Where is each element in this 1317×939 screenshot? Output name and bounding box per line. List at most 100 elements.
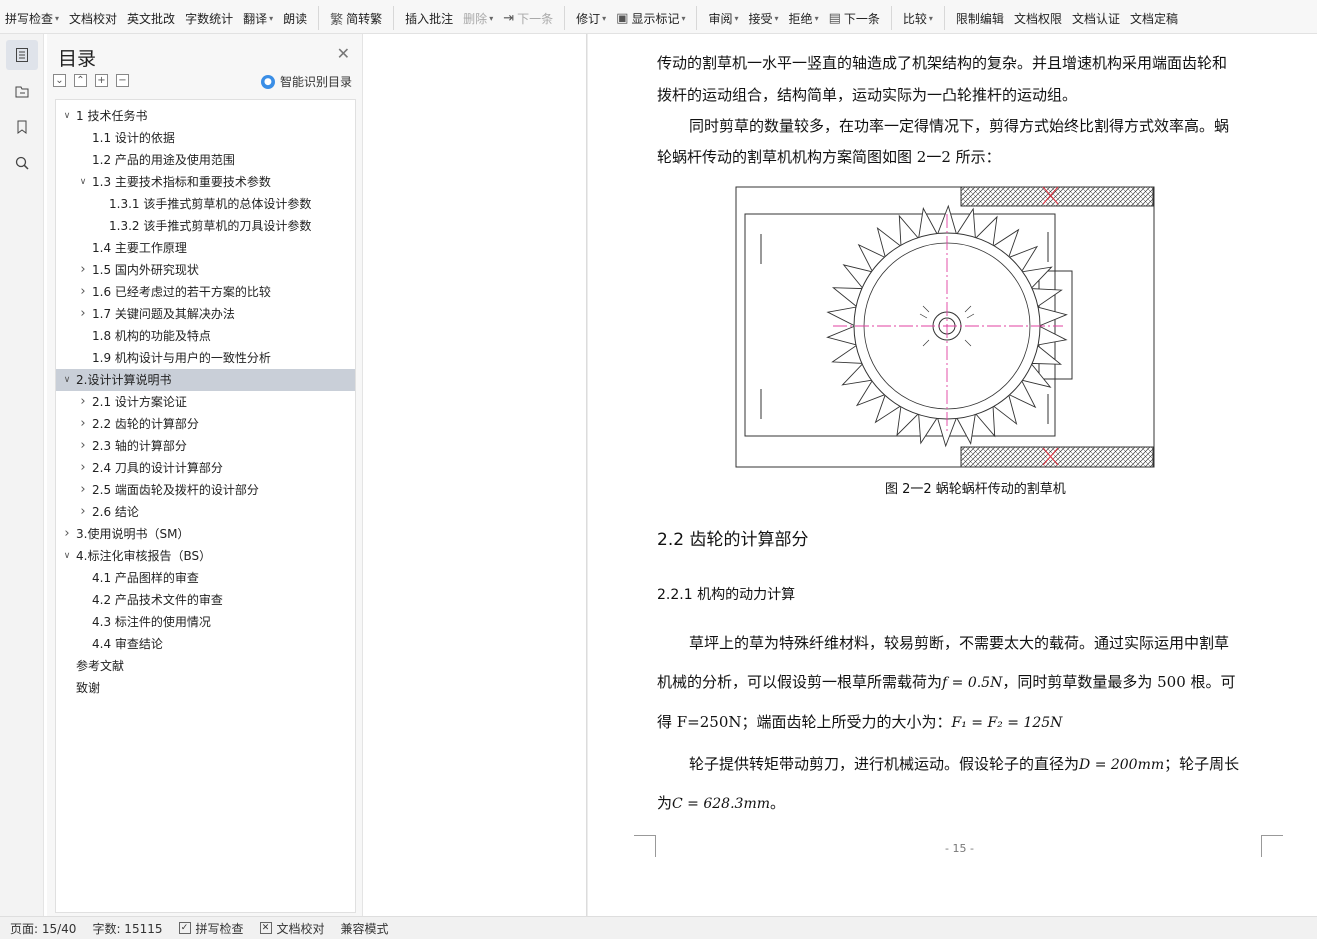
spell-check-toggle[interactable]: ✓ 拼写检查 bbox=[178, 920, 244, 937]
close-icon[interactable]: ✕ bbox=[337, 44, 350, 63]
toc-item[interactable]: ∨ 1.3 主要技术指标和重要技术参数 bbox=[56, 171, 355, 193]
toc-item[interactable]: 参考文献 bbox=[56, 655, 355, 677]
ribbon-button[interactable]: 文档认证 bbox=[1067, 3, 1125, 33]
search-button[interactable] bbox=[6, 148, 38, 178]
toc-item[interactable]: › 2.5 端面齿轮及拨杆的设计部分 bbox=[56, 479, 355, 501]
toc-item[interactable]: 致谢 bbox=[56, 677, 355, 699]
toc-item[interactable]: ∨ 2.设计计算说明书 bbox=[56, 369, 355, 391]
toc-item[interactable]: 1.2 产品的用途及使用范围 bbox=[56, 149, 355, 171]
ribbon-button[interactable]: 接受 ▾ bbox=[744, 3, 784, 33]
ribbon-button[interactable]: 文档校对 bbox=[64, 3, 122, 33]
toc-panel-button[interactable] bbox=[5, 40, 38, 70]
ribbon-button[interactable]: 删除 ▾ bbox=[458, 3, 498, 33]
ribbon-button[interactable]: 拒绝 ▾ bbox=[784, 3, 824, 33]
ribbon-button[interactable]: 文档定稿 bbox=[1125, 3, 1183, 33]
chevron-down-icon[interactable]: ∨ bbox=[61, 105, 73, 127]
ribbon-button[interactable]: 拼写检查 ▾ bbox=[0, 3, 64, 33]
toc-item[interactable]: › 1.5 国内外研究现状 bbox=[56, 259, 355, 281]
toc-item[interactable]: 1.3.2 该手推式剪草机的刀具设计参数 bbox=[56, 215, 355, 237]
toc-item[interactable]: 4.2 产品技术文件的审查 bbox=[56, 589, 355, 611]
ribbon-button[interactable]: ▣ 显示标记 ▾ bbox=[611, 3, 690, 33]
page-indicator[interactable]: 页面: 15/40 bbox=[10, 920, 76, 937]
collapse-all-icon[interactable]: ⌃ bbox=[74, 74, 87, 87]
ribbon-button-label: 英文批改 bbox=[127, 11, 176, 26]
ribbon-button[interactable]: 朗读 bbox=[278, 3, 312, 33]
ribbon-button[interactable]: 插入批注 bbox=[400, 3, 458, 33]
ribbon-button[interactable]: 字数统计 bbox=[180, 3, 238, 33]
toc-item[interactable]: 4.1 产品图样的审查 bbox=[56, 567, 355, 589]
smart-toc-button[interactable]: ● 智能识别目录 bbox=[260, 73, 352, 90]
chevron-right-icon[interactable]: › bbox=[77, 435, 89, 457]
toc-item[interactable]: › 3.使用说明书（SM） bbox=[56, 523, 355, 545]
toc-item[interactable]: 1.4 主要工作原理 bbox=[56, 237, 355, 259]
text-run: 机械的分析，可以假设剪一根草所需载荷为 bbox=[657, 673, 943, 691]
document-page[interactable]: 传动的割草机一水平一竖直的轴造成了机架结构的复杂。并且增速机构采用端面齿轮和 拨… bbox=[588, 34, 1317, 916]
toc-item-label: 参考文献 bbox=[76, 659, 125, 673]
ribbon-button-label: 文档认证 bbox=[1071, 11, 1120, 26]
toc-item-label: 4.3 标注件的使用情况 bbox=[92, 615, 211, 629]
ribbon-button[interactable]: 繁简转繁 bbox=[325, 3, 387, 33]
ribbon-button[interactable]: 英文批改 bbox=[122, 3, 180, 33]
toc-item-label: 1.1 设计的依据 bbox=[92, 131, 175, 145]
ribbon-button[interactable]: 翻译 ▾ bbox=[238, 3, 278, 33]
chapter-nav-button[interactable] bbox=[6, 76, 38, 106]
ribbon-button[interactable]: 限制编辑 bbox=[951, 3, 1009, 33]
smart-toc-label: 智能识别目录 bbox=[279, 75, 352, 89]
chevron-right-icon[interactable]: › bbox=[77, 281, 89, 303]
chevron-right-icon[interactable]: › bbox=[77, 479, 89, 501]
remove-heading-icon[interactable]: − bbox=[116, 74, 129, 87]
toc-item-label: 2.设计计算说明书 bbox=[76, 373, 172, 387]
toc-item[interactable]: › 2.1 设计方案论证 bbox=[56, 391, 355, 413]
toc-item[interactable]: 1.1 设计的依据 bbox=[56, 127, 355, 149]
toc-item[interactable]: › 2.6 结论 bbox=[56, 501, 355, 523]
chevron-right-icon[interactable]: › bbox=[77, 391, 89, 413]
toc-item[interactable]: › 1.7 关键问题及其解决办法 bbox=[56, 303, 355, 325]
chevron-right-icon[interactable]: › bbox=[77, 457, 89, 479]
word-count[interactable]: 字数: 15115 bbox=[92, 920, 162, 937]
chevron-right-icon[interactable]: › bbox=[77, 259, 89, 281]
ribbon-button[interactable]: 比较 ▾ bbox=[898, 3, 938, 33]
toc-item-label: 1.2 产品的用途及使用范围 bbox=[92, 153, 235, 167]
ribbon-button[interactable]: 文档权限 bbox=[1009, 3, 1067, 33]
close-box-icon: ✕ bbox=[259, 922, 272, 934]
toc-item-label: 致谢 bbox=[76, 681, 101, 695]
toc-item[interactable]: 1.8 机构的功能及特点 bbox=[56, 325, 355, 347]
chevron-down-icon: ▾ bbox=[774, 13, 779, 23]
ribbon-separator bbox=[318, 6, 320, 30]
ribbon-button[interactable]: 修订 ▾ bbox=[571, 3, 611, 33]
math-formula: f = 0.5N bbox=[942, 675, 1003, 691]
add-heading-icon[interactable]: + bbox=[95, 74, 108, 87]
toc-item[interactable]: 4.4 审查结论 bbox=[56, 633, 355, 655]
ribbon-button[interactable]: 审阅 ▾ bbox=[703, 3, 743, 33]
chevron-right-icon[interactable]: › bbox=[77, 413, 89, 435]
toc-item-label: 4.标注化审核报告（BS） bbox=[76, 549, 212, 563]
toc-item[interactable]: ∨ 4.标注化审核报告（BS） bbox=[56, 545, 355, 567]
toc-item[interactable]: 1.9 机构设计与用户的一致性分析 bbox=[56, 347, 355, 369]
toc-item[interactable]: ∨ 1 技术任务书 bbox=[56, 105, 355, 127]
ribbon-button[interactable]: ▤ 下一条 bbox=[824, 3, 885, 33]
expand-all-icon[interactable]: ⌄ bbox=[53, 74, 66, 87]
toc-item[interactable]: › 2.2 齿轮的计算部分 bbox=[56, 413, 355, 435]
toc-item[interactable]: › 1.6 已经考虑过的若干方案的比较 bbox=[56, 281, 355, 303]
page-corner-mark bbox=[1261, 835, 1283, 857]
text-run: ；轮子周长 bbox=[1164, 755, 1240, 773]
toc-item-label: 1.3.1 该手推式剪草机的总体设计参数 bbox=[109, 197, 312, 211]
bookmark-button[interactable] bbox=[6, 112, 38, 142]
chevron-down-icon[interactable]: ∨ bbox=[61, 369, 73, 391]
proofread-toggle[interactable]: ✕ 文档校对 bbox=[259, 920, 325, 937]
text-run: 为 bbox=[657, 794, 673, 812]
toc-item[interactable]: 4.3 标注件的使用情况 bbox=[56, 611, 355, 633]
chevron-down-icon[interactable]: ∨ bbox=[61, 545, 73, 567]
chevron-right-icon[interactable]: › bbox=[77, 303, 89, 325]
toc-item[interactable]: › 2.4 刀具的设计计算部分 bbox=[56, 457, 355, 479]
toc-title: 目录 bbox=[58, 48, 97, 70]
figure-caption: 图 2一2 蜗轮蜗杆传动的割草机 bbox=[885, 482, 1066, 497]
toc-item[interactable]: › 2.3 轴的计算部分 bbox=[56, 435, 355, 457]
chevron-right-icon[interactable]: › bbox=[77, 501, 89, 523]
ribbon-button[interactable]: ⇥ 下一条 bbox=[498, 3, 558, 33]
ribbon-button-label: 下一条 bbox=[517, 11, 554, 26]
chevron-down-icon[interactable]: ∨ bbox=[77, 171, 89, 193]
toc-item[interactable]: 1.3.1 该手推式剪草机的总体设计参数 bbox=[56, 193, 355, 215]
chevron-right-icon[interactable]: › bbox=[61, 523, 73, 545]
chevron-down-icon: ▾ bbox=[928, 13, 933, 23]
